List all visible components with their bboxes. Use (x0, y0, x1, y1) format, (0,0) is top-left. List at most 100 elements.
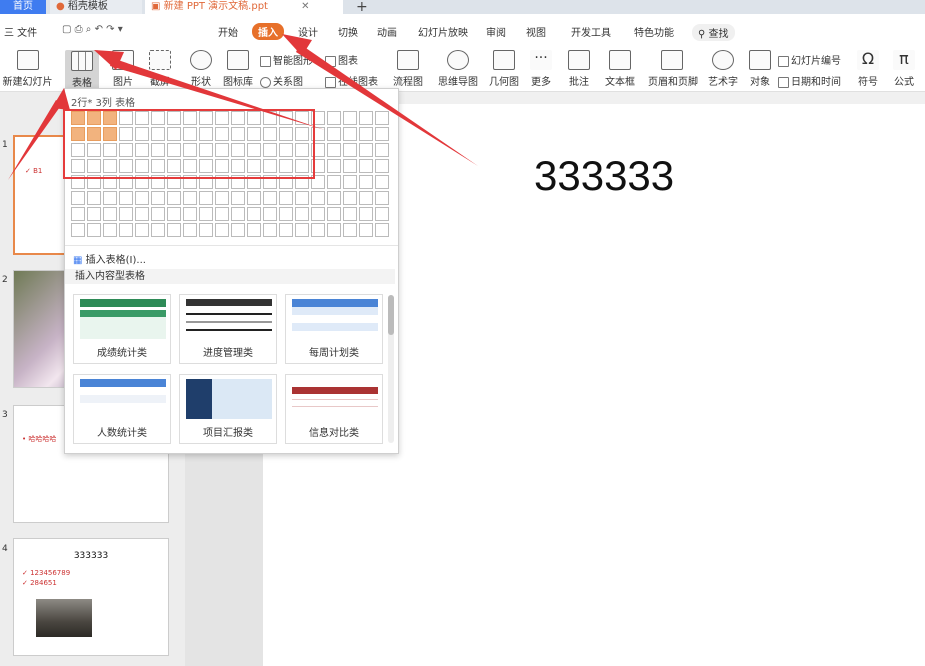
grid-cell[interactable] (215, 223, 229, 237)
grid-cell[interactable] (327, 207, 341, 221)
grid-cell[interactable] (87, 191, 101, 205)
grid-cell[interactable] (327, 143, 341, 157)
flowchart-button[interactable]: 流程图 (388, 50, 428, 88)
grid-cell[interactable] (215, 207, 229, 221)
grid-cell[interactable] (359, 175, 373, 189)
grid-cell[interactable] (263, 191, 277, 205)
grid-cell[interactable] (199, 223, 213, 237)
grid-cell[interactable] (343, 159, 357, 173)
grid-cell[interactable] (247, 207, 261, 221)
search-box[interactable]: ⚲ 查找 (692, 24, 735, 41)
grid-cell[interactable] (135, 223, 149, 237)
grid-cell[interactable] (375, 127, 389, 141)
relation-button[interactable]: 关系图 (260, 73, 303, 88)
datetime-button[interactable]: 日期和时间 (778, 73, 841, 88)
grid-cell[interactable] (359, 191, 373, 205)
template-card-compare[interactable]: 信息对比类 (285, 374, 383, 444)
grid-cell[interactable] (119, 191, 133, 205)
grid-cell[interactable] (343, 175, 357, 189)
grid-cell[interactable] (311, 191, 325, 205)
template-card-headcount[interactable]: 人数统计类 (73, 374, 171, 444)
grid-cell[interactable] (183, 207, 197, 221)
formula-button[interactable]: π 公式 (890, 50, 918, 88)
grid-cell[interactable] (295, 223, 309, 237)
grid-cell[interactable] (327, 175, 341, 189)
insert-table-item[interactable]: ▦ 插入表格(I)... (73, 251, 146, 266)
grid-cell[interactable] (279, 191, 293, 205)
template-card-weekly[interactable]: 每周计划类 (285, 294, 383, 364)
slide-number-button[interactable]: 幻灯片编号 (778, 52, 841, 67)
scrollbar-thumb[interactable] (388, 295, 394, 335)
grid-cell[interactable] (279, 207, 293, 221)
grid-cell[interactable] (199, 207, 213, 221)
screenshot-button[interactable]: 截屏 (145, 50, 175, 88)
more-button[interactable]: ··· 更多 (526, 50, 556, 88)
grid-cell[interactable] (375, 111, 389, 125)
grid-cell[interactable] (151, 223, 165, 237)
grid-cell[interactable] (359, 143, 373, 157)
grid-cell[interactable] (167, 207, 181, 221)
grid-cell[interactable] (327, 223, 341, 237)
menu-design[interactable]: 设计 (298, 24, 318, 39)
grid-cell[interactable] (359, 111, 373, 125)
grid-cell[interactable] (71, 223, 85, 237)
grid-cell[interactable] (327, 127, 341, 141)
grid-cell[interactable] (151, 207, 165, 221)
grid-cell[interactable] (279, 223, 293, 237)
grid-cell[interactable] (231, 207, 245, 221)
grid-cell[interactable] (327, 111, 341, 125)
grid-cell[interactable] (359, 127, 373, 141)
grid-cell[interactable] (103, 191, 117, 205)
grid-cell[interactable] (311, 223, 325, 237)
grid-cell[interactable] (199, 191, 213, 205)
tab-document[interactable]: ▣ 新建 PPT 演示文稿.ppt ✕ (145, 0, 343, 14)
new-tab-button[interactable]: + (350, 0, 374, 14)
grid-cell[interactable] (263, 223, 277, 237)
grid-cell[interactable] (183, 223, 197, 237)
menu-file[interactable]: 三 文件 (4, 24, 37, 39)
grid-cell[interactable] (215, 191, 229, 205)
smart-art-button[interactable]: 智能图形 (260, 52, 313, 67)
grid-cell[interactable] (327, 191, 341, 205)
menu-animation[interactable]: 动画 (377, 24, 397, 39)
grid-cell[interactable] (327, 159, 341, 173)
grid-cell[interactable] (343, 223, 357, 237)
wordart-button[interactable]: 艺术字 (705, 50, 741, 88)
grid-cell[interactable] (343, 191, 357, 205)
grid-cell[interactable] (343, 111, 357, 125)
template-card-grades[interactable]: 成绩统计类 (73, 294, 171, 364)
grid-cell[interactable] (103, 207, 117, 221)
grid-cell[interactable] (343, 207, 357, 221)
grid-cell[interactable] (119, 223, 133, 237)
new-slide-button[interactable]: 新建幻灯片 (0, 50, 55, 88)
grid-cell[interactable] (119, 207, 133, 221)
menu-devtools[interactable]: 开发工具 (571, 24, 611, 39)
grid-cell[interactable] (375, 175, 389, 189)
chart-button[interactable]: 图表 (325, 52, 358, 67)
grid-cell[interactable] (375, 223, 389, 237)
grid-cell[interactable] (263, 207, 277, 221)
grid-cell[interactable] (359, 207, 373, 221)
quick-access-icons[interactable]: ▢ ⎙ ⌕ ↶ ↷ ▾ (62, 24, 123, 35)
menu-transition[interactable]: 切换 (338, 24, 358, 39)
slide-main-text[interactable]: 333333 (534, 152, 674, 200)
icon-lib-button[interactable]: 图标库 (220, 50, 256, 88)
grid-cell[interactable] (135, 207, 149, 221)
shape-button[interactable]: 形状 (186, 50, 216, 88)
object-button[interactable]: 对象 (748, 50, 772, 88)
online-chart-button[interactable]: 在线图表 (325, 73, 378, 88)
grid-cell[interactable] (247, 191, 261, 205)
template-scrollbar[interactable] (388, 295, 394, 443)
tab-home[interactable]: 首页 (0, 0, 46, 14)
menu-slideshow[interactable]: 幻灯片放映 (418, 24, 468, 39)
grid-cell[interactable] (359, 159, 373, 173)
comment-button[interactable]: 批注 (566, 50, 592, 88)
grid-cell[interactable] (295, 191, 309, 205)
grid-cell[interactable] (311, 207, 325, 221)
menu-insert[interactable]: 插入 (252, 23, 284, 40)
tab-template[interactable]: ● 稻壳模板 (50, 0, 142, 14)
grid-cell[interactable] (295, 207, 309, 221)
grid-cell[interactable] (71, 191, 85, 205)
picture-button[interactable]: 图片 (108, 50, 138, 88)
template-card-progress[interactable]: 进度管理类 (179, 294, 277, 364)
